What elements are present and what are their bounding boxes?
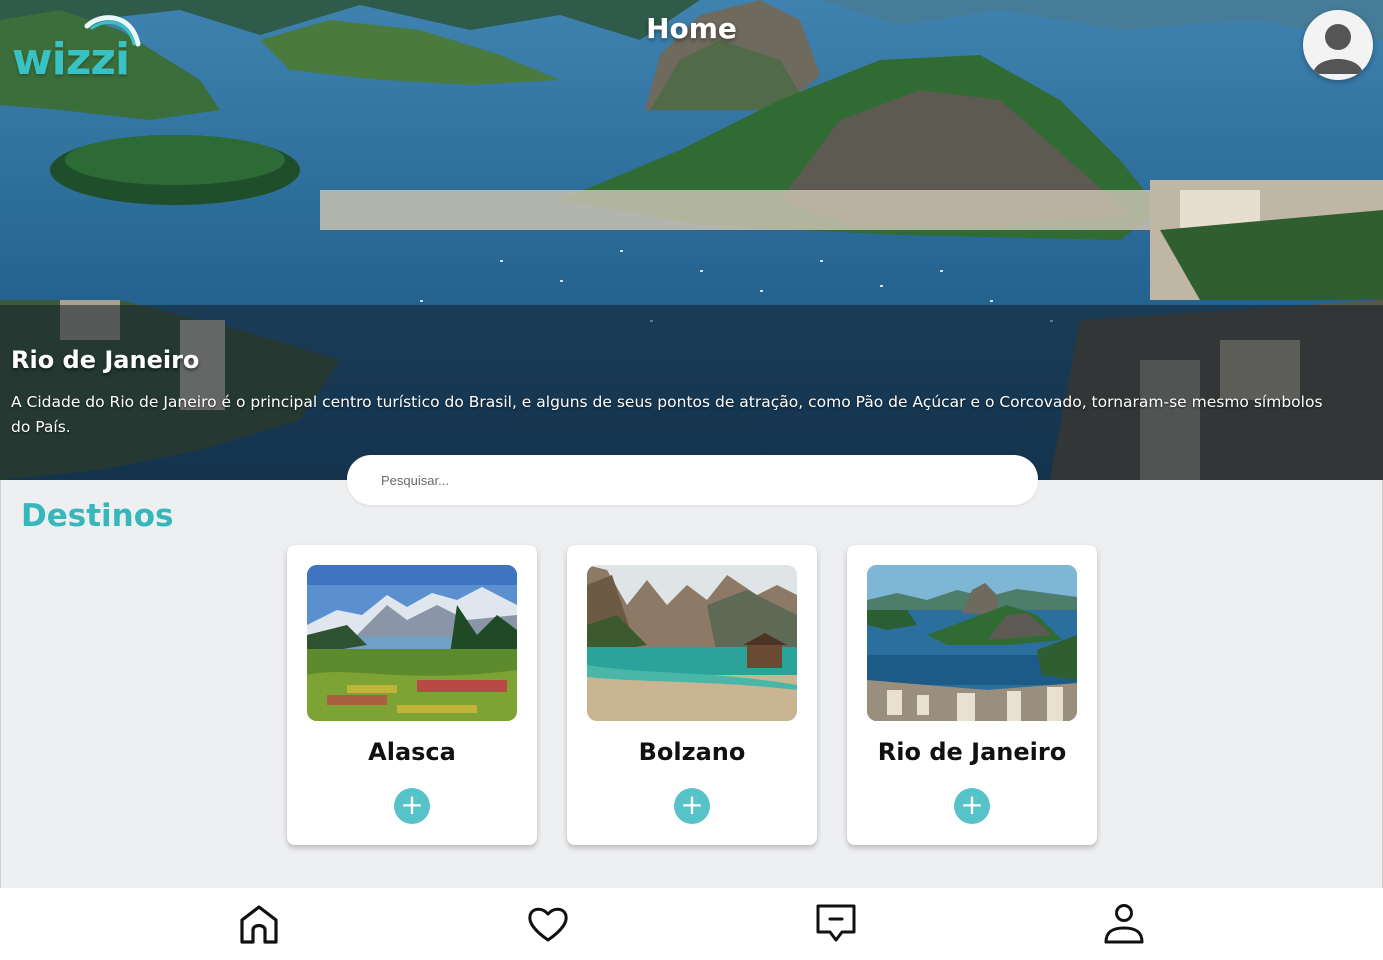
destination-name: Rio de Janeiro (877, 738, 1067, 766)
destination-image-bolzano (587, 565, 797, 721)
destination-image-rio-de-janeiro (867, 565, 1077, 721)
destination-name: Alasca (368, 738, 456, 766)
hero-description: A Cidade do Rio de Janeiro é o principal… (11, 393, 1323, 436)
destinos-heading: Destinos (21, 498, 174, 534)
add-button[interactable]: + (674, 788, 710, 824)
hero-title: Rio de Janeiro (11, 346, 200, 374)
destination-card-rio-de-janeiro[interactable]: Rio de Janeiro + (847, 545, 1097, 845)
profile-avatar[interactable] (1303, 10, 1373, 80)
avatar-person-icon (1313, 24, 1363, 74)
heart-icon (528, 907, 568, 942)
destination-image-alasca (307, 565, 517, 721)
destination-card-bolzano[interactable]: Bolzano + (567, 545, 817, 845)
search-input[interactable] (347, 455, 1038, 505)
nav-favorites[interactable] (526, 902, 570, 946)
destination-name: Bolzano (638, 738, 746, 766)
nav-messages[interactable] (814, 902, 858, 946)
search-bar[interactable] (347, 455, 1038, 505)
add-button[interactable]: + (954, 788, 990, 824)
add-button[interactable]: + (394, 788, 430, 824)
destination-card-alasca[interactable]: Alasca + (287, 545, 537, 845)
page-title: Home (646, 12, 737, 45)
bottom-navigation (0, 888, 1383, 960)
nav-profile[interactable] (1102, 902, 1146, 946)
message-icon (816, 904, 856, 942)
nav-home[interactable] (237, 902, 281, 946)
home-icon (240, 905, 278, 944)
user-icon (1104, 904, 1144, 944)
